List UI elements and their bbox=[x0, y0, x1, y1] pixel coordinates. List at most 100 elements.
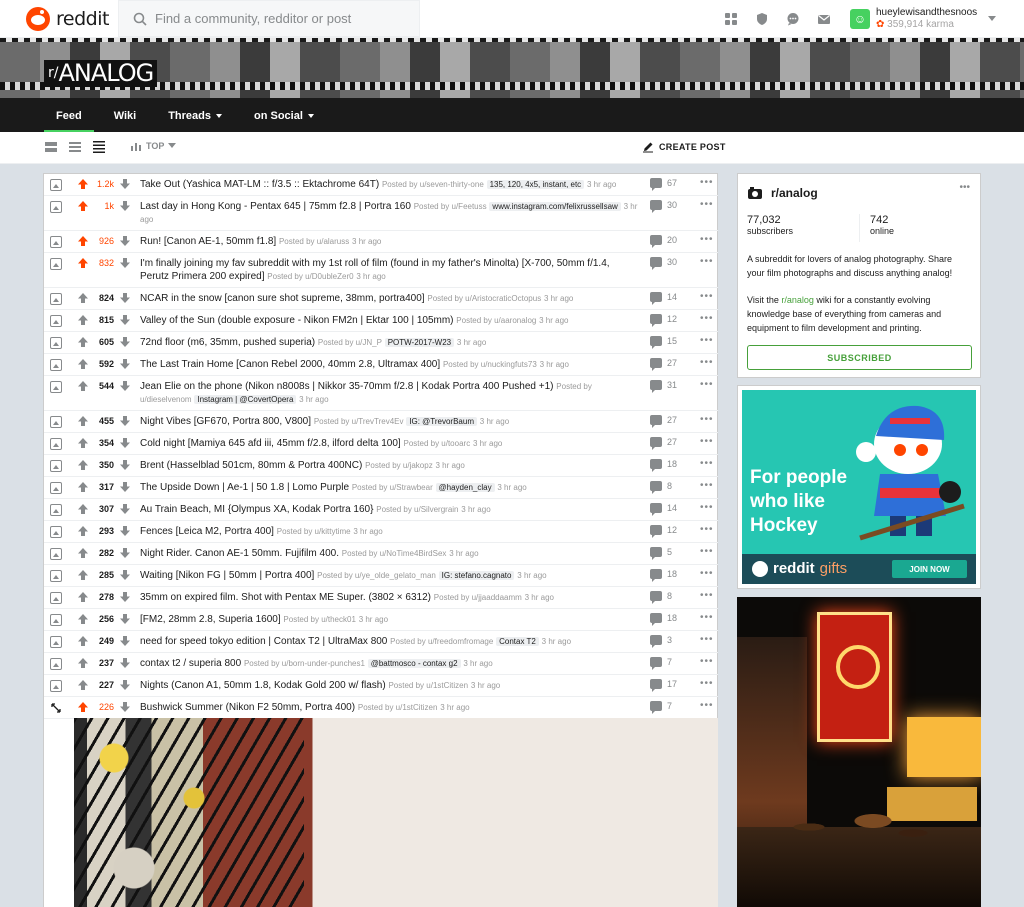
shield-icon[interactable] bbox=[754, 11, 770, 27]
downvote-icon[interactable] bbox=[119, 547, 131, 559]
post-author[interactable]: Posted by u/theck01 bbox=[283, 615, 356, 624]
more-options-icon[interactable]: ••• bbox=[700, 335, 714, 346]
grid-icon[interactable] bbox=[723, 11, 739, 27]
post-row[interactable]: 1.2k Take Out (Yashica MAT-LM :: f/3.5 ::… bbox=[44, 174, 718, 196]
upvote-icon[interactable] bbox=[77, 679, 89, 691]
image-post-icon[interactable] bbox=[50, 460, 62, 472]
post-author[interactable]: Posted by u/D0ubleZer0 bbox=[267, 272, 353, 281]
post-title[interactable]: Nights (Canon A1, 50mm 1.8, Kodak Gold 2… bbox=[140, 680, 386, 691]
post-author[interactable]: Posted by u/jjaaddaamm bbox=[434, 593, 522, 602]
downvote-icon[interactable] bbox=[119, 591, 131, 603]
more-options-icon[interactable]: ••• bbox=[700, 291, 714, 302]
upvote-icon[interactable] bbox=[77, 525, 89, 537]
post-title[interactable]: 35mm on expired film. Shot with Pentax M… bbox=[140, 592, 431, 603]
downvote-icon[interactable] bbox=[119, 613, 131, 625]
image-post-icon[interactable] bbox=[50, 381, 62, 393]
image-post-icon[interactable] bbox=[50, 179, 62, 191]
comments-link[interactable]: 12 bbox=[650, 525, 677, 538]
comments-link[interactable]: 5 bbox=[650, 547, 672, 560]
downvote-icon[interactable] bbox=[119, 701, 131, 713]
sort-dropdown[interactable]: TOP bbox=[130, 140, 177, 152]
post-title[interactable]: The Upside Down | Ae-1 | 50 1.8 | Lomo P… bbox=[140, 482, 349, 493]
post-author[interactable]: Posted by u/kittytime bbox=[277, 527, 351, 536]
downvote-icon[interactable] bbox=[119, 314, 131, 326]
more-options-icon[interactable]: ••• bbox=[700, 700, 714, 711]
upvote-icon[interactable] bbox=[77, 336, 89, 348]
image-post-icon[interactable] bbox=[50, 526, 62, 538]
post-author[interactable]: Posted by u/alaruss bbox=[279, 237, 349, 246]
post-title[interactable]: [FM2, 28mm 2.8, Superia 1600] bbox=[140, 614, 281, 625]
post-title[interactable]: Jean Elie on the phone (Nikon n8008s | N… bbox=[140, 381, 554, 392]
post-author[interactable]: Posted by u/AristocraticOctopus bbox=[427, 294, 541, 303]
image-post-icon[interactable] bbox=[50, 315, 62, 327]
comments-link[interactable]: 67 bbox=[650, 178, 677, 191]
post-title[interactable]: Cold night [Mamiya 645 afd iii, 45mm f/2… bbox=[140, 438, 401, 449]
comments-link[interactable]: 18 bbox=[650, 613, 677, 626]
image-post-icon[interactable] bbox=[50, 658, 62, 670]
mail-icon[interactable] bbox=[816, 11, 832, 27]
upvote-icon[interactable] bbox=[77, 200, 89, 212]
search-box[interactable] bbox=[118, 0, 420, 37]
upvote-icon[interactable] bbox=[77, 591, 89, 603]
post-row[interactable]: 285 Waiting [Nikon FG | 50mm | Portra 400… bbox=[44, 565, 718, 587]
post-author[interactable]: Posted by u/seven-thirty-one bbox=[382, 180, 484, 189]
post-title[interactable]: The Last Train Home [Canon Rebel 2000, 4… bbox=[140, 359, 440, 370]
collapse-icon[interactable] bbox=[50, 702, 62, 714]
image-post-icon[interactable] bbox=[50, 438, 62, 450]
sidebar-photo[interactable] bbox=[737, 597, 981, 907]
community-name[interactable]: r/analog bbox=[771, 186, 818, 200]
upvote-icon[interactable] bbox=[77, 235, 89, 247]
post-title[interactable]: contax t2 / superia 800 bbox=[140, 658, 241, 669]
create-post-button[interactable]: CREATE POST bbox=[642, 141, 726, 153]
more-options-icon[interactable]: ••• bbox=[700, 480, 714, 491]
post-title[interactable]: Brent (Hasselblad 501cm, 80mm & Portra 4… bbox=[140, 460, 362, 471]
post-row[interactable]: 256 [FM2, 28mm 2.8, Superia 1600] Posted … bbox=[44, 609, 718, 631]
post-title[interactable]: NCAR in the snow [canon sure shot suprem… bbox=[140, 293, 425, 304]
downvote-icon[interactable] bbox=[119, 292, 131, 304]
user-menu[interactable]: ☺ hueylewisandthesnoos ✿ 359,914 karma bbox=[850, 4, 1010, 34]
more-options-icon[interactable]: ••• bbox=[700, 177, 714, 188]
more-options-icon[interactable]: ••• bbox=[700, 256, 714, 267]
post-row[interactable]: 832 I'm finally joining my fav subreddit … bbox=[44, 253, 718, 288]
comments-link[interactable]: 27 bbox=[650, 415, 677, 428]
comments-link[interactable]: 31 bbox=[650, 380, 677, 393]
post-author[interactable]: Posted by u/freedomfromage bbox=[390, 637, 493, 646]
image-post-icon[interactable] bbox=[50, 337, 62, 349]
post-row[interactable]: 227 Nights (Canon A1, 50mm 1.8, Kodak Gol… bbox=[44, 675, 718, 697]
card-view-icon[interactable] bbox=[44, 140, 58, 154]
post-author[interactable]: Posted by u/1stCitizen bbox=[388, 681, 468, 690]
compact-view-icon[interactable] bbox=[92, 140, 106, 154]
upvote-icon[interactable] bbox=[77, 380, 89, 392]
downvote-icon[interactable] bbox=[119, 657, 131, 669]
image-post-icon[interactable] bbox=[50, 548, 62, 560]
post-row[interactable]: 237 contax t2 / superia 800 Posted by u/b… bbox=[44, 653, 718, 675]
upvote-icon[interactable] bbox=[77, 657, 89, 669]
downvote-icon[interactable] bbox=[119, 569, 131, 581]
comments-link[interactable]: 27 bbox=[650, 358, 677, 371]
comments-link[interactable]: 14 bbox=[650, 292, 677, 305]
upvote-icon[interactable] bbox=[77, 437, 89, 449]
comments-link[interactable]: 7 bbox=[650, 701, 672, 714]
post-title[interactable]: Valley of the Sun (double exposure - Nik… bbox=[140, 315, 454, 326]
more-options-icon[interactable]: ••• bbox=[700, 313, 714, 324]
downvote-icon[interactable] bbox=[119, 200, 131, 212]
more-options-icon[interactable]: ••• bbox=[700, 436, 714, 447]
post-author[interactable]: Posted by u/Silvergrain bbox=[376, 505, 458, 514]
more-options-icon[interactable]: ••• bbox=[700, 568, 714, 579]
downvote-icon[interactable] bbox=[119, 459, 131, 471]
post-row[interactable]: 226 Bushwick Summer (Nikon F2 50mm, Portr… bbox=[44, 697, 718, 719]
post-row[interactable]: 544 Jean Elie on the phone (Nikon n8008s … bbox=[44, 376, 718, 411]
post-author[interactable]: Posted by u/jakopz bbox=[365, 461, 433, 470]
image-post-icon[interactable] bbox=[50, 258, 62, 270]
post-author[interactable]: Posted by u/ye_olde_gelato_man bbox=[317, 571, 436, 580]
comments-link[interactable]: 17 bbox=[650, 679, 677, 692]
downvote-icon[interactable] bbox=[119, 257, 131, 269]
post-title[interactable]: Fences [Leica M2, Portra 400] bbox=[140, 526, 274, 537]
comments-link[interactable]: 14 bbox=[650, 503, 677, 516]
image-post-icon[interactable] bbox=[50, 416, 62, 428]
upvote-icon[interactable] bbox=[77, 415, 89, 427]
reddit-gifts-ad[interactable]: For people who like Hockey reddit gifts J… bbox=[737, 385, 981, 589]
downvote-icon[interactable] bbox=[119, 380, 131, 392]
image-post-icon[interactable] bbox=[50, 614, 62, 626]
upvote-icon[interactable] bbox=[77, 292, 89, 304]
